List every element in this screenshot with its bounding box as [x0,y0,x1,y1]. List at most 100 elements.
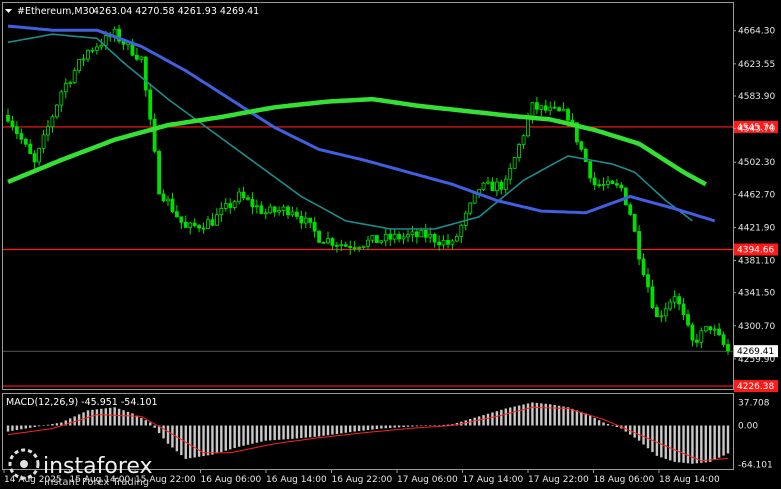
macd-bar [42,425,45,426]
macd-bar [24,425,27,429]
candle [174,205,179,218]
candle [370,234,375,244]
macd-bar [282,425,285,440]
macd-bar [589,415,592,426]
candle [508,163,513,185]
trading-chart: 4545.744394.664226.38 4664.304623.554583… [2,2,778,488]
candle [250,192,255,215]
macd-bar [522,404,525,426]
macd-bar [113,407,116,426]
candle [334,241,339,253]
candle [28,139,33,154]
macd-bar [153,425,156,428]
brand-name: instaforex [43,454,153,479]
macd-bar [517,405,521,426]
symbol-title: #Ethereum,M30 [17,6,95,17]
macd-bar [269,425,272,441]
macd-bar [117,408,121,426]
candle [437,235,442,251]
candle [259,201,264,215]
candle [632,213,637,232]
candle [228,198,233,214]
macd-bar [51,423,54,426]
macd-bar [402,425,405,428]
macd-bar [233,425,236,449]
candle [41,129,46,154]
macd-bar [313,425,316,437]
macd-bar [357,425,361,432]
candle [668,298,673,312]
level-label-2: 4394.66 [737,246,774,256]
candle [681,298,686,321]
candle [210,213,215,227]
macd-bar [224,425,227,451]
candle [14,121,19,140]
ma-mid-line [7,24,716,223]
candle [268,203,273,215]
candle [54,103,59,119]
candle [392,229,397,244]
candle [592,172,597,191]
candle [170,192,175,214]
macd-bar [202,425,205,457]
candle [330,237,335,251]
macd-bar [691,425,694,464]
price-tick-label: 4502.30 [738,158,775,168]
macd-bar [197,425,201,457]
candle [246,194,250,201]
macd-bar [175,425,179,452]
candle [232,200,237,211]
moving-averages-layer [7,24,716,230]
candle [19,128,24,144]
macd-bar [526,403,530,426]
candle [214,208,219,226]
macd-bar [104,408,107,426]
dropdown-icon[interactable] [5,9,12,13]
macd-bar [189,425,192,459]
candle [348,240,353,255]
candle [397,231,402,243]
candle [143,56,148,97]
ohlc-values: 4263.04 4270.58 4261.93 4269.41 [93,6,259,17]
price-tick-label: 4583.90 [738,92,775,102]
candle [46,119,50,142]
macd-bar [411,425,414,427]
macd-bar [509,407,512,426]
candle [414,228,419,244]
macd-bar [206,425,210,456]
macd-bar [704,425,707,463]
macd-bar [415,425,419,427]
candle [441,235,446,249]
candle [459,223,464,244]
macd-bar [606,423,610,426]
candle [557,106,562,112]
candle [68,80,73,88]
candle [717,323,722,337]
candle [646,268,650,293]
candle [641,253,646,278]
candle [494,177,499,197]
time-tick-label: 16 Aug 14:00 [266,475,327,485]
candle [597,179,602,188]
macd-bar [362,425,365,431]
candle [601,177,606,191]
macd-bar [331,425,334,435]
candle [450,238,455,250]
macd-bar [389,425,392,428]
candle [481,181,486,192]
macd-bar [571,408,574,426]
macd-bar [11,425,14,431]
time-tick-label: 18 Aug 14:00 [659,475,720,485]
macd-bar [637,425,641,441]
macd-bar [717,425,721,458]
macd-bar [304,425,307,438]
time-tick-label: 16 Aug 22:00 [332,475,393,485]
price-tick-label: 4664.30 [738,27,775,37]
candle [166,195,170,206]
candle [148,83,153,126]
candle [326,231,330,245]
macd-bar [677,425,681,463]
candle [423,223,428,243]
macd-bar [251,425,254,444]
macd-bar [397,425,401,428]
